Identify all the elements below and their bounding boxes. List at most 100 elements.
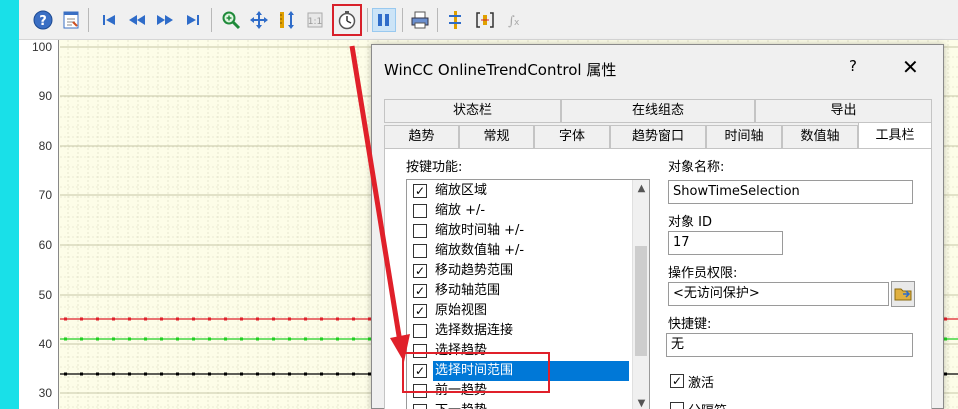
stop-start-icon[interactable] — [372, 8, 396, 32]
svg-text:1:1: 1:1 — [308, 17, 322, 27]
activate-checkbox[interactable]: ✓ — [670, 374, 684, 388]
tab-7[interactable]: 工具栏 — [858, 122, 932, 149]
list-item-checkbox[interactable] — [413, 244, 427, 258]
y-tick-label: 60 — [38, 238, 52, 252]
zoom-area-icon[interactable] — [219, 8, 243, 32]
list-item-checkbox[interactable]: ✓ — [413, 184, 427, 198]
tab-4[interactable]: 趋势窗口 — [610, 125, 706, 149]
trend-point — [128, 337, 131, 341]
tab-6[interactable]: 数值轴 — [782, 125, 858, 149]
list-item-checkbox[interactable]: ✓ — [413, 264, 427, 278]
trend-point — [112, 372, 115, 376]
object-id-field[interactable]: 17 — [668, 231, 783, 255]
scroll-down-icon[interactable]: ▼ — [633, 395, 649, 409]
trend-point — [256, 372, 259, 376]
folder-icon — [894, 288, 912, 301]
trend-point — [288, 337, 291, 341]
statistics-area-icon[interactable] — [473, 8, 497, 32]
ruler-icon[interactable] — [443, 8, 467, 32]
trend-point — [208, 317, 211, 321]
separator-checkbox[interactable] — [670, 402, 684, 409]
tab-3[interactable]: 导出 — [755, 99, 932, 123]
list-item-label: 缩放数值轴 +/- — [435, 243, 525, 258]
select-time-range-icon[interactable] — [332, 4, 362, 36]
y-tick-label: 70 — [38, 188, 52, 202]
operator-rights-field[interactable]: <无访问保护> — [668, 282, 889, 306]
list-item[interactable]: ✓ 移动轴范围 — [409, 281, 631, 301]
operator-rights-label: 操作员权限: — [668, 266, 738, 281]
hotkey-field[interactable]: 无 — [666, 333, 913, 357]
y-tick-label: 50 — [38, 288, 52, 302]
move-trend-area-icon[interactable] — [247, 8, 271, 32]
trend-point — [128, 317, 131, 321]
move-axis-icon[interactable] — [275, 8, 299, 32]
list-item[interactable]: ✓ 缩放区域 — [409, 181, 631, 201]
tab-3[interactable]: 字体 — [534, 125, 610, 149]
trend-point — [176, 337, 179, 341]
scroll-thumb[interactable] — [635, 246, 647, 356]
close-button[interactable]: ✕ — [902, 55, 919, 79]
list-item-label: 缩放 +/- — [435, 203, 486, 218]
config-dialog-icon[interactable] — [59, 8, 83, 32]
list-item-checkbox[interactable] — [413, 404, 427, 409]
list-item-label: 缩放时间轴 +/- — [435, 223, 525, 238]
list-item-label: 缩放区域 — [435, 183, 488, 198]
trend-point — [224, 317, 227, 321]
tab-1[interactable]: 状态栏 — [384, 99, 561, 123]
list-item-label: 移动趋势范围 — [435, 263, 514, 278]
y-tick-label: 100 — [31, 40, 52, 54]
list-item-checkbox[interactable] — [413, 224, 427, 238]
toolbar-separator — [211, 8, 212, 32]
scroll-up-icon[interactable]: ▲ — [633, 180, 649, 197]
trend-point — [240, 372, 243, 376]
last-record-icon[interactable] — [181, 8, 205, 32]
trend-point — [64, 337, 67, 341]
list-item-checkbox[interactable]: ✓ — [413, 284, 427, 298]
help-icon[interactable]: ? — [31, 8, 55, 32]
trend-point — [112, 317, 115, 321]
trend-point — [304, 372, 307, 376]
list-scrollbar[interactable]: ▲ ▼ — [632, 180, 649, 409]
toolbar-separator — [367, 8, 368, 32]
browse-folder-button[interactable] — [891, 281, 915, 307]
list-item-checkbox[interactable]: ✓ — [413, 304, 427, 318]
tab-row-2: 趋势 常规 字体 趋势窗口 时间轴 数值轴 工具栏 — [384, 122, 932, 149]
next-record-icon[interactable] — [153, 8, 177, 32]
trend-toolbar: ? 1:1 ∫ x — [19, 0, 958, 40]
hotkey-label: 快捷键: — [668, 317, 712, 332]
trend-point — [80, 317, 83, 321]
trend-point — [80, 372, 83, 376]
list-item[interactable]: 下一趋势 — [409, 401, 631, 409]
list-item[interactable]: 缩放数值轴 +/- — [409, 241, 631, 261]
trend-point — [944, 337, 947, 341]
toolbar-separator — [402, 8, 403, 32]
first-record-icon[interactable] — [97, 8, 121, 32]
list-item-checkbox[interactable] — [413, 324, 427, 338]
list-item[interactable]: ✓ 移动趋势范围 — [409, 261, 631, 281]
list-item[interactable]: ✓ 原始视图 — [409, 301, 631, 321]
tab-1[interactable]: 趋势 — [384, 125, 459, 149]
trend-point — [272, 372, 275, 376]
trend-point — [272, 317, 275, 321]
trend-point — [192, 372, 195, 376]
list-item[interactable]: 选择数据连接 — [409, 321, 631, 341]
print-icon[interactable] — [408, 8, 432, 32]
previous-record-icon[interactable] — [125, 8, 149, 32]
tab-2[interactable]: 在线组态 — [561, 99, 755, 123]
trend-point — [160, 317, 163, 321]
list-item[interactable]: 缩放 +/- — [409, 201, 631, 221]
trend-point — [320, 337, 323, 341]
key-functions-label: 按键功能: — [406, 160, 463, 175]
object-name-field[interactable]: ShowTimeSelection — [668, 180, 913, 204]
trend-point — [272, 337, 275, 341]
statistics-icon[interactable]: ∫ x — [503, 8, 527, 32]
tab-2[interactable]: 常规 — [459, 125, 534, 149]
help-button[interactable]: ? — [849, 57, 857, 75]
trend-point — [176, 372, 179, 376]
trend-point — [112, 337, 115, 341]
trend-point — [336, 317, 339, 321]
list-item[interactable]: 缩放时间轴 +/- — [409, 221, 631, 241]
tab-5[interactable]: 时间轴 — [706, 125, 782, 149]
original-view-icon[interactable]: 1:1 — [303, 8, 327, 32]
list-item-checkbox[interactable] — [413, 204, 427, 218]
